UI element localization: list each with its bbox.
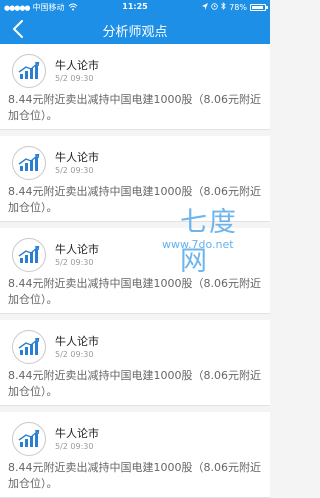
nav-bar: 分析师观点 [0, 14, 270, 44]
chart-up-icon [18, 62, 40, 79]
status-right: 78% [202, 2, 268, 12]
post-date: 5/2 09:30 [55, 166, 94, 175]
avatar [12, 54, 46, 88]
list-item[interactable]: 牛人论市 5/2 09:30 8.44元附近卖出减持中国电建1000股（8.06… [0, 44, 270, 130]
location-icon [202, 2, 209, 12]
analyst-name: 牛人论市 [55, 427, 99, 440]
post-content: 8.44元附近卖出减持中国电建1000股（8.06元附近加仓位）。 [8, 93, 261, 122]
avatar [12, 330, 46, 364]
page-title: 分析师观点 [102, 25, 168, 40]
status-bar: ●●●●● 中国移动 11:25 78% [0, 0, 270, 14]
alarm-icon [211, 2, 218, 12]
chart-up-icon [18, 338, 40, 355]
list-item[interactable]: 牛人论市 5/2 09:30 8.44元附近卖出减持中国电建1000股（8.06… [0, 228, 270, 314]
post-date: 5/2 09:30 [55, 74, 94, 83]
post-content: 8.44元附近卖出减持中国电建1000股（8.06元附近加仓位）。 [8, 185, 261, 214]
battery-percent: 78% [229, 2, 247, 12]
analyst-list: 牛人论市 5/2 09:30 8.44元附近卖出减持中国电建1000股（8.06… [0, 44, 270, 498]
chart-up-icon [18, 154, 40, 171]
post-date: 5/2 09:30 [55, 258, 94, 267]
avatar [12, 422, 46, 456]
avatar [12, 238, 46, 272]
list-item[interactable]: 牛人论市 5/2 09:30 8.44元附近卖出减持中国电建1000股（8.06… [0, 412, 270, 498]
post-content: 8.44元附近卖出减持中国电建1000股（8.06元附近加仓位）。 [8, 277, 261, 306]
bluetooth-icon [221, 2, 226, 12]
post-content: 8.44元附近卖出减持中国电建1000股（8.06元附近加仓位）。 [8, 461, 261, 490]
chart-up-icon [18, 430, 40, 447]
list-item[interactable]: 牛人论市 5/2 09:30 8.44元附近卖出减持中国电建1000股（8.06… [0, 320, 270, 406]
list-item[interactable]: 牛人论市 5/2 09:30 8.44元附近卖出减持中国电建1000股（8.06… [0, 136, 270, 222]
analyst-name: 牛人论市 [55, 59, 99, 72]
avatar [12, 146, 46, 180]
battery-icon [250, 3, 268, 11]
analyst-name: 牛人论市 [55, 335, 99, 348]
analyst-name: 牛人论市 [55, 243, 99, 256]
analyst-name: 牛人论市 [55, 151, 99, 164]
post-content: 8.44元附近卖出减持中国电建1000股（8.06元附近加仓位）。 [8, 369, 261, 398]
chart-up-icon [18, 246, 40, 263]
post-date: 5/2 09:30 [55, 350, 94, 359]
